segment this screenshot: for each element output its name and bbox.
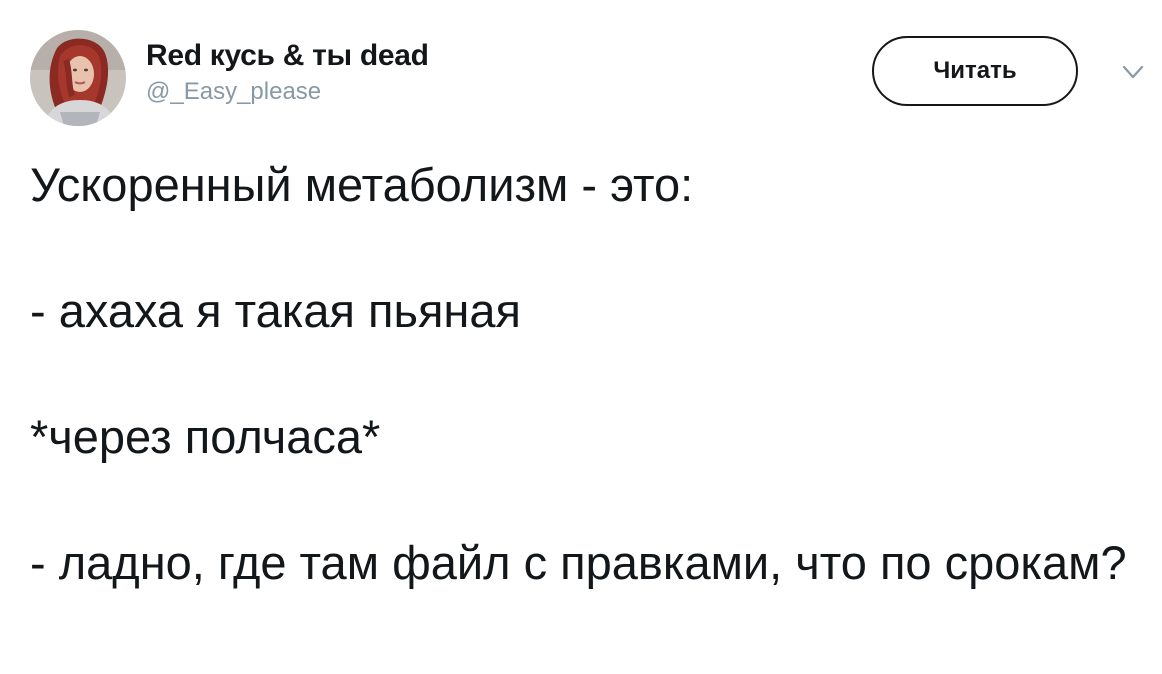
tweet-line: Ускоренный метаболизм - это: bbox=[30, 158, 694, 211]
tweet-author: Red кусь & ты dead @_Easy_please bbox=[146, 38, 429, 107]
avatar[interactable] bbox=[30, 30, 126, 126]
tweet-line: - ахаха я такая пьяная bbox=[30, 284, 521, 337]
author-handle[interactable]: @_Easy_please bbox=[146, 77, 429, 107]
tweet-line: - ладно, где там файл с правками, что по… bbox=[30, 536, 1127, 589]
tweet-card: Red кусь & ты dead @_Easy_please Читать … bbox=[0, 0, 1162, 674]
avatar-photo bbox=[30, 30, 126, 126]
follow-button[interactable]: Читать bbox=[872, 36, 1078, 106]
tweet-line: *через полчаса* bbox=[30, 410, 381, 463]
author-display-name[interactable]: Red кусь & ты dead bbox=[146, 38, 429, 74]
tweet-text: Ускоренный метаболизм - это: - ахаха я т… bbox=[30, 153, 1140, 594]
chevron-down-icon[interactable] bbox=[1120, 62, 1146, 82]
